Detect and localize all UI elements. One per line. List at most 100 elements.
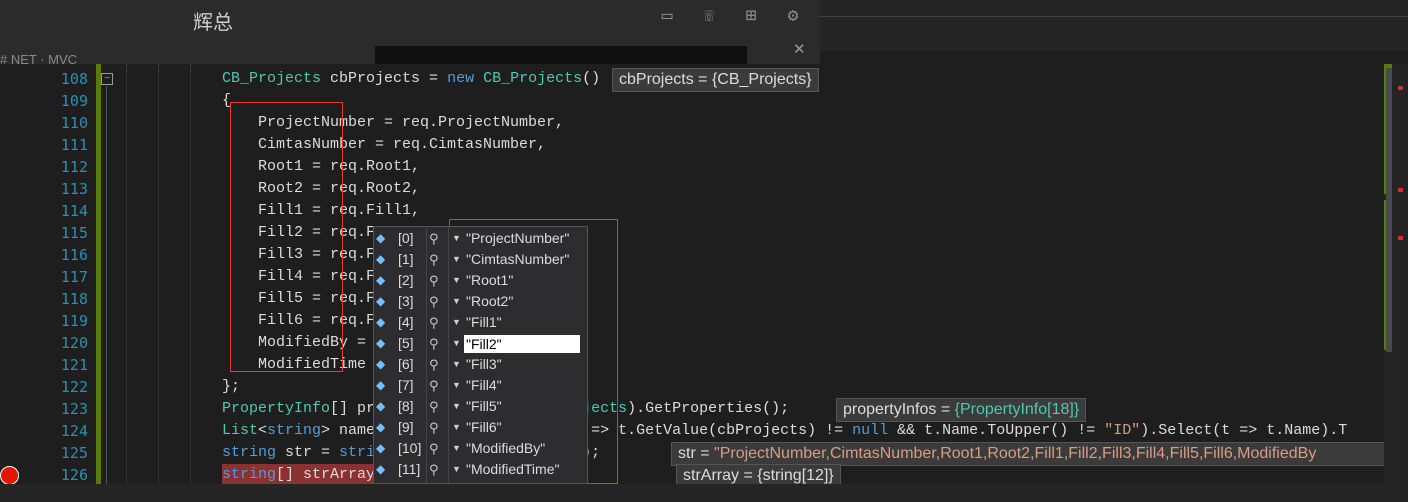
line-number: 115 xyxy=(60,224,88,242)
outline-line xyxy=(106,86,107,486)
field-cube-icon: ◆ xyxy=(376,420,386,434)
code-token: < xyxy=(258,422,268,439)
magnifier-icon[interactable]: ⚲ xyxy=(429,249,439,270)
line-number: 117 xyxy=(60,268,88,286)
array-datatip-list[interactable]: ◆ [0] ⚲ ▼ "ProjectNumber" ◆ [1] ⚲ ▼ "CimtasNumber… xyxy=(373,226,588,484)
array-index: [5] xyxy=(398,335,414,351)
line-number: 120 xyxy=(60,334,88,352)
field-cube-icon: ◆ xyxy=(376,231,386,245)
collapse-toggle-icon[interactable]: − xyxy=(101,73,113,85)
scrollbar-thumb[interactable] xyxy=(1386,68,1392,352)
datatip-str[interactable]: str = "ProjectNumber,CimtasNumber,Root1,… xyxy=(671,442,1395,466)
array-value[interactable]: "Root1" xyxy=(466,270,513,291)
dropdown-arrow-icon[interactable]: ▼ xyxy=(452,354,461,375)
code-token: "ID" xyxy=(1104,422,1141,439)
code-token: stri xyxy=(339,444,376,461)
dropdown-arrow-icon[interactable]: ▼ xyxy=(452,396,461,417)
indent-guide xyxy=(158,64,159,484)
array-index: [4] xyxy=(398,314,414,330)
code-token: str = xyxy=(276,444,340,461)
magnifier-icon[interactable]: ⚲ xyxy=(429,417,439,438)
code-token: ).Select(t => t.Name).T xyxy=(1140,422,1348,439)
array-item-row[interactable]: ◆ [4] ⚲ ▼ "Fill1" xyxy=(374,312,587,333)
code-token: CB_Projects xyxy=(222,70,322,87)
array-item-row[interactable]: ◆ [6] ⚲ ▼ "Fill3" xyxy=(374,354,587,375)
array-item-row[interactable]: ◆ [9] ⚲ ▼ "Fill6" xyxy=(374,417,587,438)
code-token: }; xyxy=(222,378,241,395)
magnifier-icon[interactable]: ⚲ xyxy=(429,333,439,354)
array-value[interactable]: "Fill5" xyxy=(466,396,502,417)
dropdown-arrow-icon[interactable]: ▼ xyxy=(452,417,461,438)
datatip-cbprojects[interactable]: cbProjects = {CB_Projects} xyxy=(612,68,819,92)
line-number: 113 xyxy=(60,180,88,198)
screen-share-icon[interactable]: ▭ xyxy=(656,5,678,27)
field-cube-icon: ◆ xyxy=(376,315,386,329)
array-item-row[interactable]: ◆ [2] ⚲ ▼ "Root1" xyxy=(374,270,587,291)
dropdown-arrow-icon[interactable]: ▼ xyxy=(452,291,461,312)
magnifier-icon[interactable]: ⚲ xyxy=(429,438,439,459)
array-index: [10] xyxy=(398,440,422,456)
magnifier-icon[interactable]: ⚲ xyxy=(429,228,439,249)
line-number: 124 xyxy=(60,422,88,440)
array-value[interactable]: "Fill3" xyxy=(466,354,502,375)
dropdown-arrow-icon[interactable]: ▼ xyxy=(452,459,461,480)
magnifier-icon[interactable]: ⚲ xyxy=(429,459,439,480)
line-number: 122 xyxy=(60,378,88,396)
array-value[interactable]: "ModifiedTime" xyxy=(466,459,559,480)
array-value[interactable]: "ModifiedBy" xyxy=(466,438,545,459)
magnifier-icon[interactable]: ⚲ xyxy=(429,354,439,375)
editor-tab-strip xyxy=(820,0,1408,50)
dropdown-arrow-icon[interactable]: ▼ xyxy=(452,270,461,291)
code-line[interactable]: }; xyxy=(222,376,240,398)
array-item-row[interactable]: ◆ [7] ⚲ ▼ "Fill4" xyxy=(374,375,587,396)
add-window-icon[interactable]: ⊞ xyxy=(740,5,762,27)
dropdown-arrow-icon[interactable]: ▼ xyxy=(452,438,461,459)
dropdown-arrow-icon[interactable]: ▼ xyxy=(452,249,461,270)
datatip-propertyinfos[interactable]: propertyInfos = {PropertyInfo[18]} xyxy=(836,398,1087,422)
code-token: [] strArray xyxy=(276,466,376,483)
preview-thumbnail xyxy=(375,46,747,64)
array-value[interactable]: "Fill4" xyxy=(466,375,502,396)
code-token: List xyxy=(222,422,259,439)
code-token: string xyxy=(267,422,322,439)
array-item-row[interactable]: ◆ [11] ⚲ ▼ "ModifiedTime" xyxy=(374,459,587,480)
dropdown-arrow-icon[interactable]: ▼ xyxy=(452,375,461,396)
status-strip xyxy=(0,484,1408,502)
code-line[interactable]: CB_Projects cbProjects = new CB_Projects… xyxy=(222,68,600,90)
code-token: new xyxy=(447,70,475,87)
line-number: 112 xyxy=(60,158,88,176)
array-value[interactable]: "Root2" xyxy=(466,291,513,312)
magnifier-icon[interactable]: ⚲ xyxy=(429,270,439,291)
array-item-row[interactable]: ◆ [8] ⚲ ▼ "Fill5" xyxy=(374,396,587,417)
magnifier-icon[interactable]: ⚲ xyxy=(429,291,439,312)
dropdown-arrow-icon[interactable]: ▼ xyxy=(452,228,461,249)
array-value[interactable]: "ProjectNumber" xyxy=(466,228,569,249)
phone-icon[interactable]: ☏ xyxy=(698,5,720,27)
dropdown-arrow-icon[interactable]: ▼ xyxy=(452,333,461,354)
breakpoint-icon[interactable] xyxy=(0,466,19,485)
magnifier-icon[interactable]: ⚲ xyxy=(429,396,439,417)
line-number: 114 xyxy=(60,202,88,220)
array-item-row[interactable]: ◆ [10] ⚲ ▼ "ModifiedBy" xyxy=(374,438,587,459)
magnifier-icon[interactable]: ⚲ xyxy=(429,312,439,333)
value-edit-field[interactable]: "Fill2" xyxy=(464,335,580,353)
array-item-row[interactable]: ◆ [5] ⚲ ▼ "Fill2" xyxy=(374,333,587,354)
magnifier-icon[interactable]: ⚲ xyxy=(429,375,439,396)
array-item-row[interactable]: ◆ [0] ⚲ ▼ "ProjectNumber" xyxy=(374,228,587,249)
array-value[interactable]: "Fill1" xyxy=(466,312,502,333)
field-cube-icon: ◆ xyxy=(376,462,386,476)
close-icon[interactable]: ✕ xyxy=(793,40,806,58)
line-number: 109 xyxy=(60,92,88,110)
indent-guide xyxy=(126,64,127,484)
dropdown-arrow-icon[interactable]: ▼ xyxy=(452,312,461,333)
settings-icon[interactable]: ⚙ xyxy=(782,5,804,27)
array-item-row[interactable]: ◆ [1] ⚲ ▼ "CimtasNumber" xyxy=(374,249,587,270)
line-number: 123 xyxy=(60,400,88,418)
array-value[interactable]: "Fill6" xyxy=(466,417,502,438)
field-cube-icon: ◆ xyxy=(376,336,386,350)
array-value[interactable]: "CimtasNumber" xyxy=(466,249,569,270)
field-cube-icon: ◆ xyxy=(376,399,386,413)
highlight-box-properties xyxy=(230,102,343,372)
array-item-row[interactable]: ◆ [3] ⚲ ▼ "Root2" xyxy=(374,291,587,312)
